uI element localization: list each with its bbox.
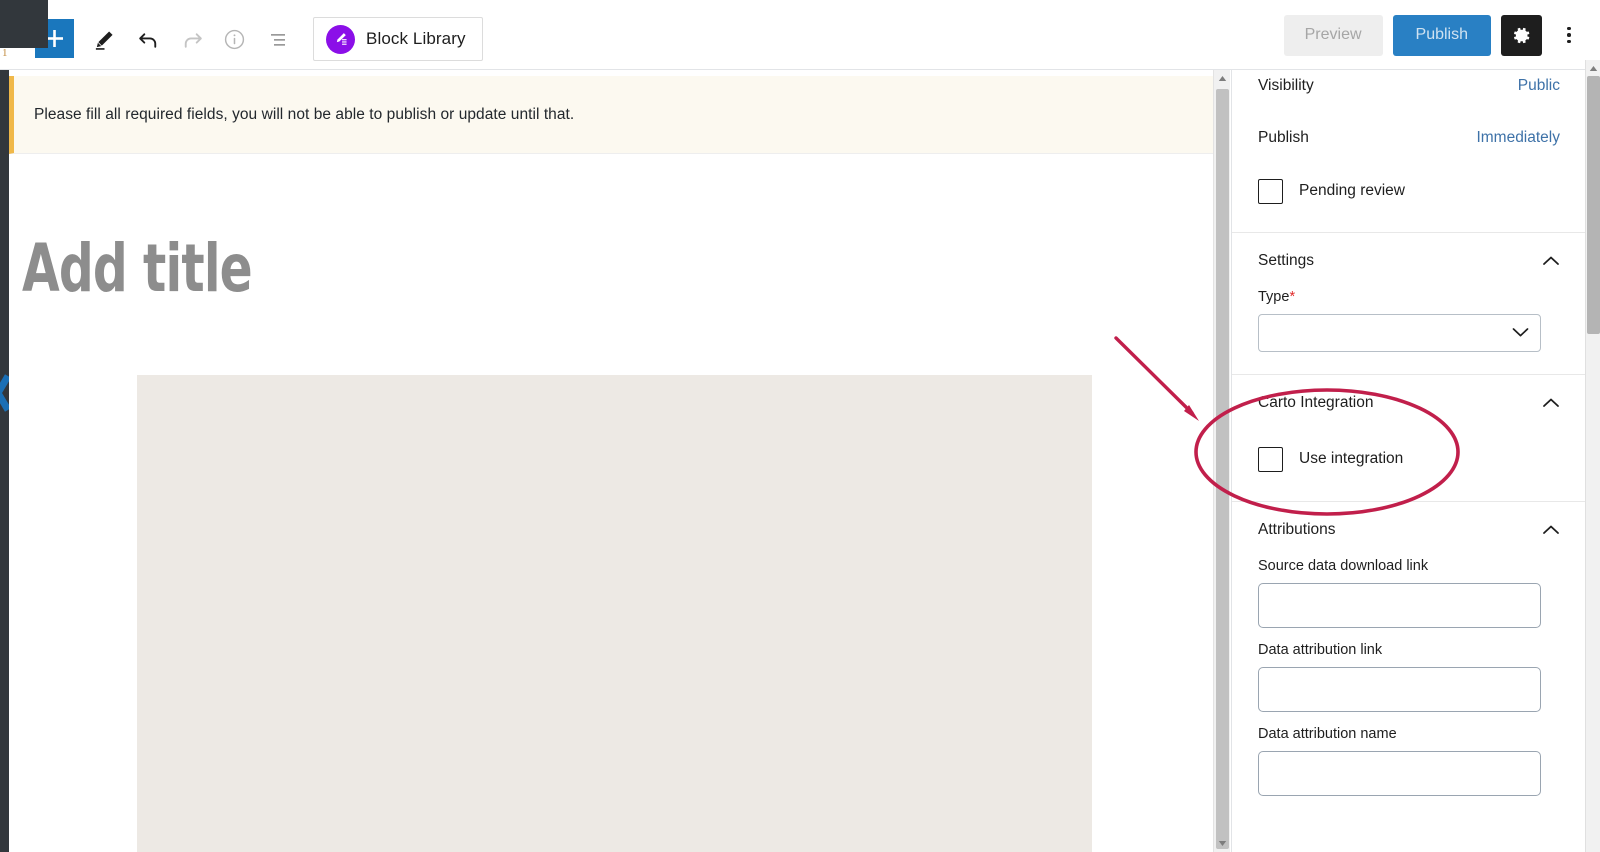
settings-sidebar: Visibility Public Publish Immediately Pe… — [1231, 60, 1586, 852]
pencil-glyph — [95, 30, 113, 50]
editor-screen: Block Library Preview Publish 1 Please f… — [0, 0, 1600, 852]
preview-button[interactable]: Preview — [1283, 14, 1383, 56]
chevron-down-icon — [1512, 328, 1529, 337]
required-asterisk: * — [1289, 289, 1296, 305]
carto-panel-title: Carto Integration — [1258, 394, 1374, 411]
pending-review-label: Pending review — [1299, 182, 1405, 199]
data-attribution-link-input[interactable] — [1258, 667, 1541, 712]
publish-label: Publish — [1258, 129, 1309, 146]
info-icon[interactable] — [212, 17, 256, 61]
info-glyph — [224, 29, 244, 49]
attributions-panel-title: Attributions — [1258, 521, 1336, 538]
data-attribution-name-label: Data attribution name — [1258, 726, 1397, 742]
editor-canvas: Please fill all required fields, you wil… — [9, 70, 1222, 852]
chevron-up-icon[interactable] — [1542, 255, 1560, 267]
more-options-button[interactable] — [1552, 15, 1586, 56]
page-scrollbar-thumb[interactable] — [1587, 76, 1600, 334]
list-view-icon[interactable] — [256, 17, 300, 61]
publish-date-row[interactable]: Publish Immediately — [1258, 112, 1560, 164]
library-pencil-glyph — [336, 33, 347, 45]
source-data-download-link-field: Source data download link — [1258, 558, 1560, 628]
type-field: Type* — [1258, 289, 1560, 352]
settings-panel-header[interactable]: Settings — [1258, 233, 1560, 289]
admin-sidebar-rail — [0, 70, 9, 852]
scroll-up-arrow-icon[interactable] — [1214, 70, 1231, 87]
settings-gear-button[interactable] — [1501, 14, 1542, 56]
pending-review-row[interactable]: Pending review — [1258, 164, 1560, 218]
attributions-panel: Attributions Source data download link D… — [1232, 502, 1586, 796]
type-select[interactable] — [1258, 314, 1541, 352]
carto-integration-panel: Carto Integration Use integration — [1232, 375, 1586, 502]
settings-panel-title: Settings — [1258, 252, 1315, 269]
notice-text: Please fill all required fields, you wil… — [34, 105, 575, 123]
required-fields-notice: Please fill all required fields, you wil… — [9, 76, 1222, 154]
pencil-icon[interactable] — [82, 17, 126, 61]
use-integration-row[interactable]: Use integration — [1258, 431, 1560, 487]
page-scrollbar[interactable] — [1585, 60, 1600, 852]
redo-icon[interactable] — [170, 17, 214, 61]
collapse-menu-chevron-icon[interactable] — [0, 372, 9, 414]
status-panel: Visibility Public Publish Immediately Pe… — [1232, 60, 1586, 233]
data-attribution-name-input[interactable] — [1258, 751, 1541, 796]
block-library-button[interactable]: Block Library — [313, 17, 483, 61]
publish-value[interactable]: Immediately — [1476, 129, 1560, 147]
page-scroll-up-arrow-icon[interactable] — [1586, 60, 1600, 77]
publish-button[interactable]: Publish — [1392, 14, 1491, 56]
data-attribution-link-label: Data attribution link — [1258, 642, 1383, 658]
canvas-scrollbar[interactable] — [1213, 70, 1230, 852]
post-title-placeholder[interactable]: Add title — [22, 236, 253, 302]
data-attribution-name-field: Data attribution name — [1258, 726, 1560, 796]
settings-panel: Settings Type* — [1232, 233, 1586, 375]
redo-glyph — [184, 32, 202, 48]
attributions-panel-header[interactable]: Attributions — [1258, 502, 1560, 558]
undo-icon[interactable] — [126, 17, 170, 61]
admin-marker: 1 — [2, 47, 8, 59]
chevron-up-icon[interactable] — [1542, 524, 1560, 536]
use-integration-label: Use integration — [1299, 450, 1404, 467]
source-data-download-link-input[interactable] — [1258, 583, 1541, 628]
carto-panel-header[interactable]: Carto Integration — [1258, 375, 1560, 431]
kebab-menu-icon — [1567, 26, 1571, 44]
gear-icon — [1514, 27, 1530, 43]
visibility-value[interactable]: Public — [1518, 77, 1560, 95]
use-integration-checkbox[interactable] — [1258, 446, 1283, 472]
visibility-label: Visibility — [1258, 77, 1314, 94]
chevron-up-icon[interactable] — [1542, 397, 1560, 409]
source-data-download-link-label: Source data download link — [1258, 558, 1429, 574]
list-view-glyph — [271, 34, 285, 46]
block-library-label: Block Library — [366, 29, 466, 48]
undo-glyph — [138, 32, 156, 48]
canvas-scrollbar-thumb[interactable] — [1216, 89, 1229, 849]
pending-review-checkbox[interactable] — [1258, 178, 1283, 204]
data-attribution-link-field: Data attribution link — [1258, 642, 1560, 712]
type-field-label: Type* — [1258, 289, 1296, 305]
scroll-down-arrow-icon[interactable] — [1214, 835, 1231, 852]
content-block-placeholder[interactable] — [137, 375, 1092, 852]
toolbar-right-group: Preview Publish — [1283, 0, 1586, 70]
editor-toolbar: Block Library Preview Publish — [0, 0, 1600, 70]
admin-bar-overlay — [0, 0, 48, 48]
block-library-logo-icon — [326, 24, 355, 54]
